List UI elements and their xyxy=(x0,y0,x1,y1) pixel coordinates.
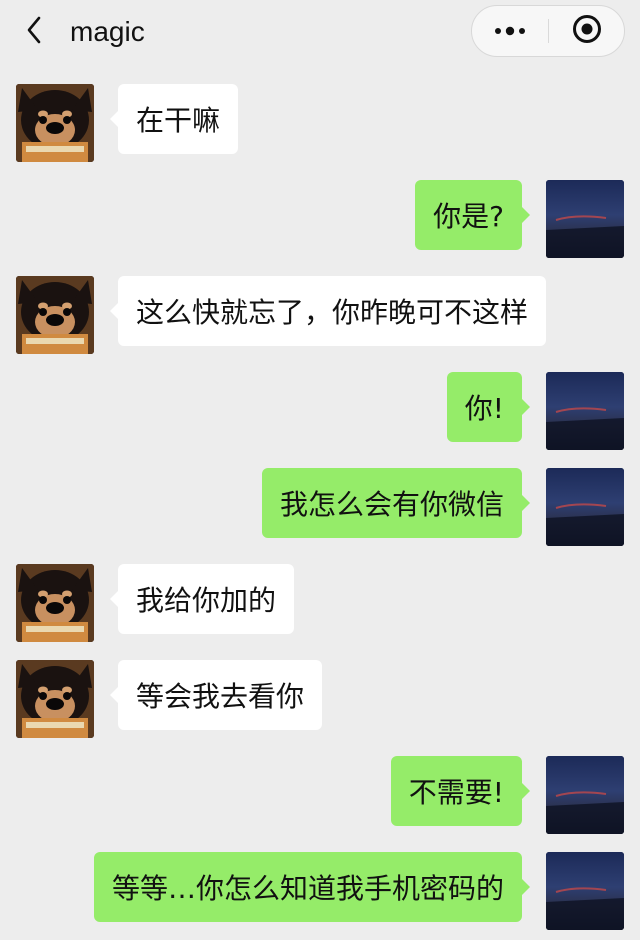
message-bubble[interactable]: 等会我去看你 xyxy=(109,660,323,730)
message-bubble[interactable]: 我怎么会有你微信 xyxy=(261,468,531,538)
back-button[interactable] xyxy=(22,16,46,48)
close-button[interactable] xyxy=(549,6,625,56)
my-avatar[interactable] xyxy=(546,468,624,546)
mini-program-capsule xyxy=(471,5,625,57)
message-bubble[interactable]: 等等…你怎么知道我手机密码的 xyxy=(93,852,531,922)
chevron-left-icon xyxy=(26,16,42,48)
outgoing-message: 等等…你怎么知道我手机密码的 xyxy=(16,852,624,932)
incoming-message: 我给你加的 xyxy=(16,564,624,644)
my-avatar[interactable] xyxy=(546,180,624,258)
my-avatar[interactable] xyxy=(546,756,624,834)
contact-avatar[interactable] xyxy=(16,660,94,738)
message-bubble[interactable]: 这么快就忘了，你昨晚可不这样 xyxy=(109,276,547,346)
target-close-icon xyxy=(571,13,603,49)
outgoing-message: 你是? xyxy=(16,180,624,260)
contact-avatar[interactable] xyxy=(16,564,94,642)
chat-title: magic xyxy=(70,16,145,47)
message-bubble[interactable]: 在干嘛 xyxy=(109,84,239,154)
message-bubble[interactable]: 你! xyxy=(446,372,531,442)
my-avatar[interactable] xyxy=(546,852,624,930)
contact-avatar[interactable] xyxy=(16,84,94,162)
message-bubble[interactable]: 你是? xyxy=(415,180,530,250)
outgoing-message: 你! xyxy=(16,372,624,452)
more-button[interactable] xyxy=(472,6,548,56)
incoming-message: 这么快就忘了，你昨晚可不这样 xyxy=(16,276,624,356)
outgoing-message: 不需要! xyxy=(16,756,624,836)
nav-bar: magic xyxy=(0,0,640,64)
more-dots-icon xyxy=(493,22,527,41)
incoming-message: 等会我去看你 xyxy=(16,660,624,740)
message-bubble[interactable]: 不需要! xyxy=(390,756,531,826)
outgoing-message: 我怎么会有你微信 xyxy=(16,468,624,548)
my-avatar[interactable] xyxy=(546,372,624,450)
contact-avatar[interactable] xyxy=(16,276,94,354)
incoming-message: 在干嘛 xyxy=(16,84,624,164)
message-bubble[interactable]: 我给你加的 xyxy=(109,564,295,634)
